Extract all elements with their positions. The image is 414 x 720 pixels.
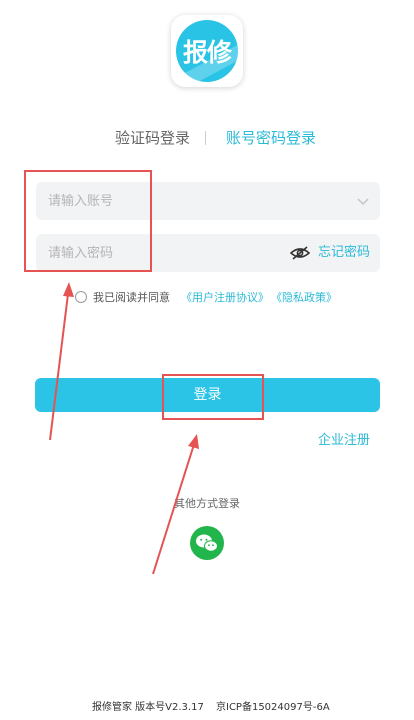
footer: 报修管家 版本号V2.3.17 京ICP备15024097号-6A: [0, 698, 414, 713]
app-logo: 报修: [171, 15, 243, 87]
agreement-radio[interactable]: [75, 291, 87, 303]
icp-number: 京ICP备15024097号-6A: [216, 702, 330, 713]
tab-sms-login[interactable]: 验证码登录: [115, 127, 190, 149]
eye-hidden-icon[interactable]: [290, 245, 310, 261]
wechat-login-button[interactable]: [190, 526, 224, 560]
annotation-arrow-login-head: [188, 434, 199, 449]
wechat-icon: [196, 534, 218, 552]
forgot-password-link[interactable]: 忘记密码: [318, 234, 370, 272]
logo-text: 报修: [182, 38, 232, 67]
terms-link[interactable]: 《用户注册协议》: [181, 289, 269, 307]
annotation-arrow-fields: [49, 285, 70, 441]
annotation-box-fields: [24, 170, 152, 272]
annotation-arrows: [49, 282, 199, 575]
login-tabs: 验证码登录 账号密码登录: [0, 127, 414, 149]
enterprise-register-link[interactable]: 企业注册: [318, 429, 370, 448]
app-version: 报修管家 版本号V2.3.17: [92, 702, 204, 713]
chevron-down-icon[interactable]: [356, 194, 370, 208]
annotation-arrow-fields-head: [63, 282, 74, 297]
annotation-box-login: [162, 374, 264, 420]
privacy-link[interactable]: 《隐私政策》: [271, 289, 337, 307]
tab-password-login[interactable]: 账号密码登录: [226, 127, 316, 149]
tab-divider: [205, 131, 206, 145]
agreement-text: 我已阅读并同意: [93, 291, 170, 304]
other-login-label: 其他方式登录: [174, 497, 240, 510]
logo-badge: 报修: [176, 20, 238, 82]
